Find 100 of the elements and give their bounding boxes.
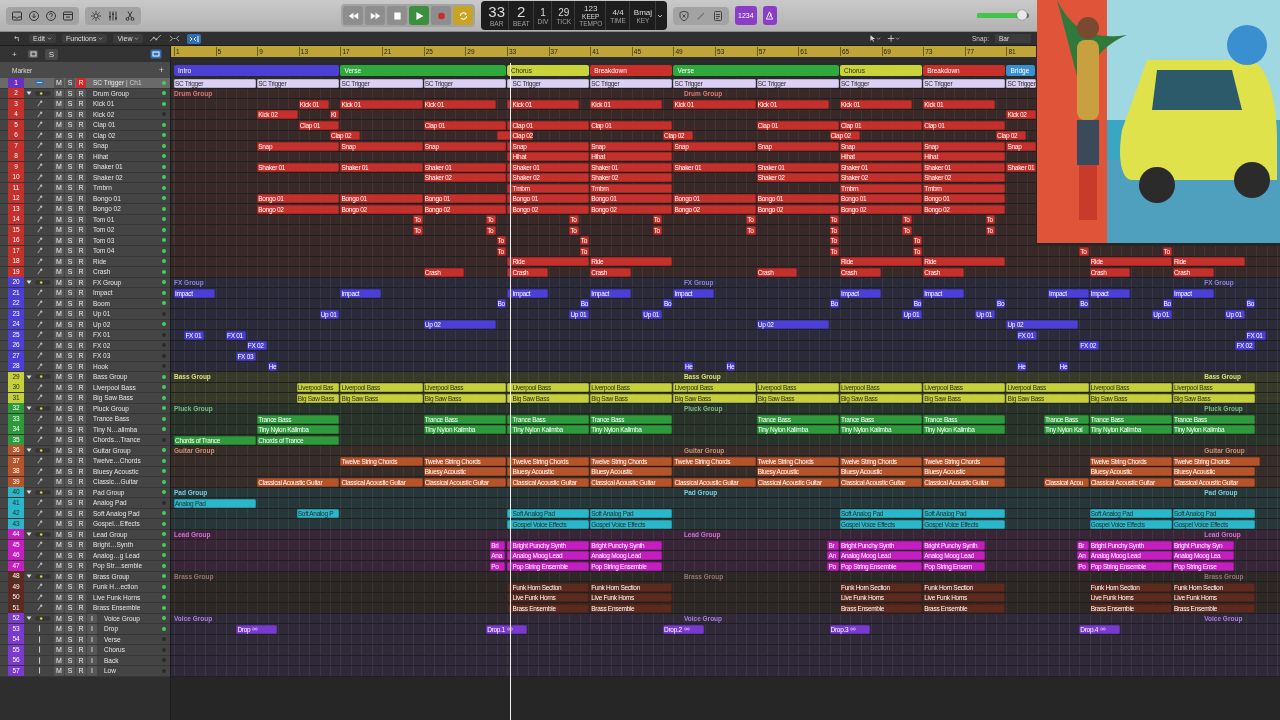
loop-icon: [252, 627, 259, 631]
sliders-icon[interactable]: [107, 9, 119, 22]
loop-icon: [850, 627, 857, 631]
instrument-icon: [34, 110, 44, 118]
add-track-button[interactable]: +: [8, 48, 21, 60]
cycle-icon: [457, 11, 469, 20]
inbox-icon[interactable]: [11, 9, 23, 22]
disclosure-triangle-icon[interactable]: [26, 447, 32, 454]
metronome-icon: [765, 11, 775, 20]
instrument-icon: [34, 257, 44, 265]
folder-icon: [34, 278, 52, 286]
instrument-icon: [34, 509, 44, 517]
lcd-value: 1: [540, 6, 546, 18]
waveform-icon: [34, 79, 44, 87]
instrument-icon: [34, 289, 44, 297]
add-marker-button[interactable]: +: [158, 65, 164, 75]
shield-icon[interactable]: [678, 9, 691, 22]
help-icon[interactable]: [45, 9, 57, 22]
instrument-icon: [34, 184, 44, 192]
instrument-icon: [34, 100, 44, 108]
disclosure-triangle-icon[interactable]: [26, 615, 32, 622]
instrument-icon: [34, 362, 44, 370]
instrument-icon: [34, 562, 44, 570]
lcd-value: 33: [488, 4, 506, 20]
instrument-icon: [34, 236, 44, 244]
instrument-icon: [34, 152, 44, 160]
disclosure-triangle-icon[interactable]: [26, 573, 32, 580]
instrument-icon: [34, 320, 44, 328]
instrument-icon: [34, 593, 44, 601]
chevron-icon: [98, 36, 104, 41]
instrument-icon: [34, 331, 44, 339]
instrument-icon: [34, 583, 44, 591]
scissors-icon[interactable]: [124, 9, 136, 22]
stop-icon: [391, 11, 403, 20]
stop-button[interactable]: [387, 6, 408, 25]
folder-icon: [34, 572, 52, 580]
document-icon[interactable]: [712, 9, 725, 22]
instrument-icon: [34, 142, 44, 150]
play-button[interactable]: [409, 6, 430, 25]
instrument-icon: [34, 131, 44, 139]
automation-icon[interactable]: [149, 34, 163, 43]
instrument-icon: [34, 247, 44, 255]
disclosure-triangle-icon[interactable]: [26, 405, 32, 412]
folder-icon: [34, 89, 52, 97]
volume-thumb[interactable]: [1016, 10, 1027, 20]
lcd-value: 2: [517, 4, 526, 20]
disclosure-triangle-icon[interactable]: [26, 489, 32, 496]
rewind-icon: [347, 11, 359, 20]
instrument-icon: [34, 173, 44, 181]
chevron-icon: [47, 36, 53, 41]
solo-toggle-button[interactable]: S: [44, 48, 58, 60]
marquee-tool-icon[interactable]: [887, 34, 900, 43]
disclosure-triangle-icon[interactable]: [26, 373, 32, 380]
instrument-icon: [34, 299, 44, 307]
instrument-icon: [34, 541, 44, 549]
instrument-icon: [34, 467, 44, 475]
instrument-icon: [34, 194, 44, 202]
track-copy-icon[interactable]: [26, 49, 39, 59]
folder-icon: [34, 404, 52, 412]
instrument-icon: [34, 425, 44, 433]
instrument-icon: [34, 215, 44, 223]
instrument-icon: [34, 121, 44, 129]
instrument-icon: [34, 551, 44, 559]
lcd-value: Bmaj: [633, 7, 653, 17]
lcd-value: 4/4: [612, 7, 624, 17]
loop-icon: [506, 627, 513, 631]
instrument-icon: [34, 226, 44, 234]
disclosure-triangle-icon[interactable]: [26, 279, 32, 286]
instrument-icon: [34, 436, 44, 444]
download-icon[interactable]: [28, 9, 40, 22]
flex-icon[interactable]: [168, 34, 182, 43]
record-icon: [435, 11, 447, 20]
lcd-value: 123: [584, 4, 598, 13]
catch-icon[interactable]: [187, 33, 202, 44]
disclosure-triangle-icon[interactable]: [26, 90, 32, 97]
chevron-icon: [134, 36, 140, 41]
forward-button[interactable]: [365, 6, 386, 25]
folder-icon: [34, 530, 52, 538]
rewind-button[interactable]: [343, 6, 364, 25]
instrument-icon: [34, 415, 44, 423]
loop-icon: [683, 627, 690, 631]
folder-icon: [34, 488, 52, 496]
instrument-icon: [34, 499, 44, 507]
play-icon: [413, 11, 425, 20]
instrument-icon: [34, 520, 44, 528]
pointer-tool-icon[interactable]: [868, 34, 881, 43]
instrument-icon: [34, 383, 44, 391]
brightness-icon[interactable]: [90, 9, 102, 22]
window-icon[interactable]: [62, 9, 74, 22]
metronome-button[interactable]: [762, 6, 777, 25]
instrument-icon: [34, 268, 44, 276]
disclosure-triangle-icon[interactable]: [26, 531, 32, 538]
instrument-icon: [34, 310, 44, 318]
instrument-icon: [34, 341, 44, 349]
folder-icon: [34, 446, 52, 454]
instrument-icon: [34, 457, 44, 465]
playhead[interactable]: [509, 63, 512, 720]
global-tracks-icon[interactable]: [150, 49, 162, 59]
folder-icon: [34, 614, 52, 622]
folder-icon: [34, 373, 52, 381]
